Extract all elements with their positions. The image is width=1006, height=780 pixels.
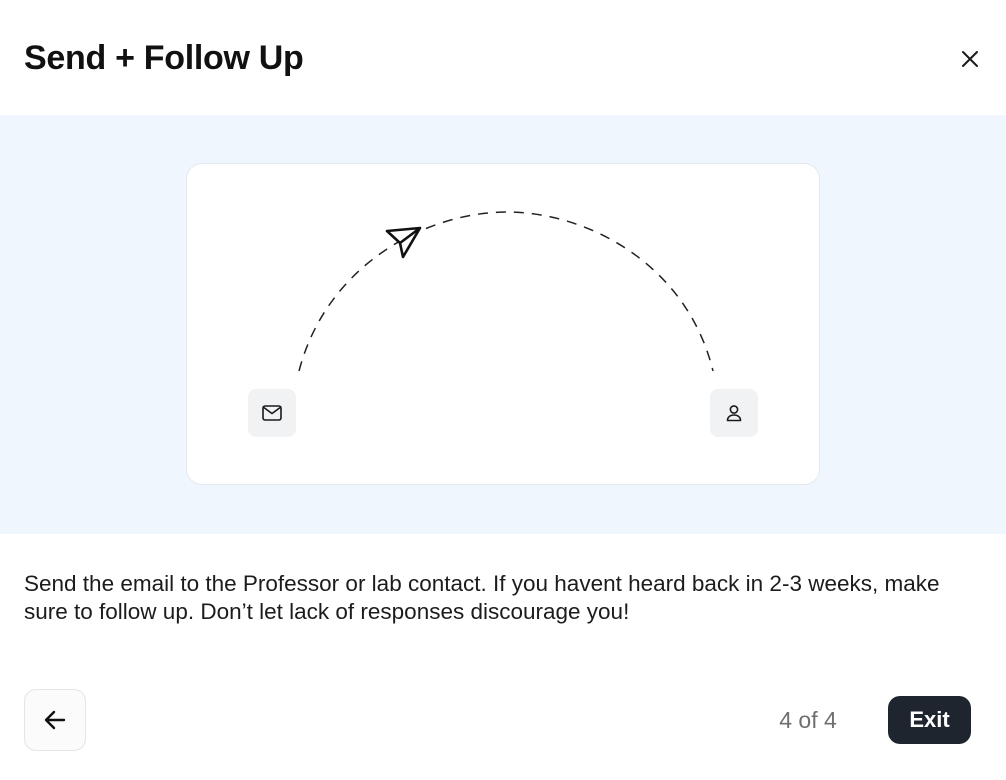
modal-title: Send + Follow Up (24, 39, 304, 77)
exit-button[interactable]: Exit (888, 696, 971, 744)
back-button[interactable] (24, 689, 86, 751)
illustration-card (186, 163, 820, 485)
mail-icon (262, 405, 282, 421)
modal-dialog: Send + Follow Up Send the email to the P… (0, 0, 1006, 780)
send-plane-icon (385, 226, 422, 259)
modal-header: Send + Follow Up (0, 0, 1006, 115)
close-icon (962, 51, 978, 67)
step-description: Send the email to the Professor or lab c… (24, 571, 940, 624)
arrow-left-icon (44, 710, 66, 730)
user-icon (726, 405, 742, 422)
user-tile (710, 389, 758, 437)
mail-tile (248, 389, 296, 437)
illustration-area (0, 115, 1006, 534)
step-counter: 4 of 4 (779, 707, 837, 733)
close-button[interactable] (955, 44, 985, 74)
